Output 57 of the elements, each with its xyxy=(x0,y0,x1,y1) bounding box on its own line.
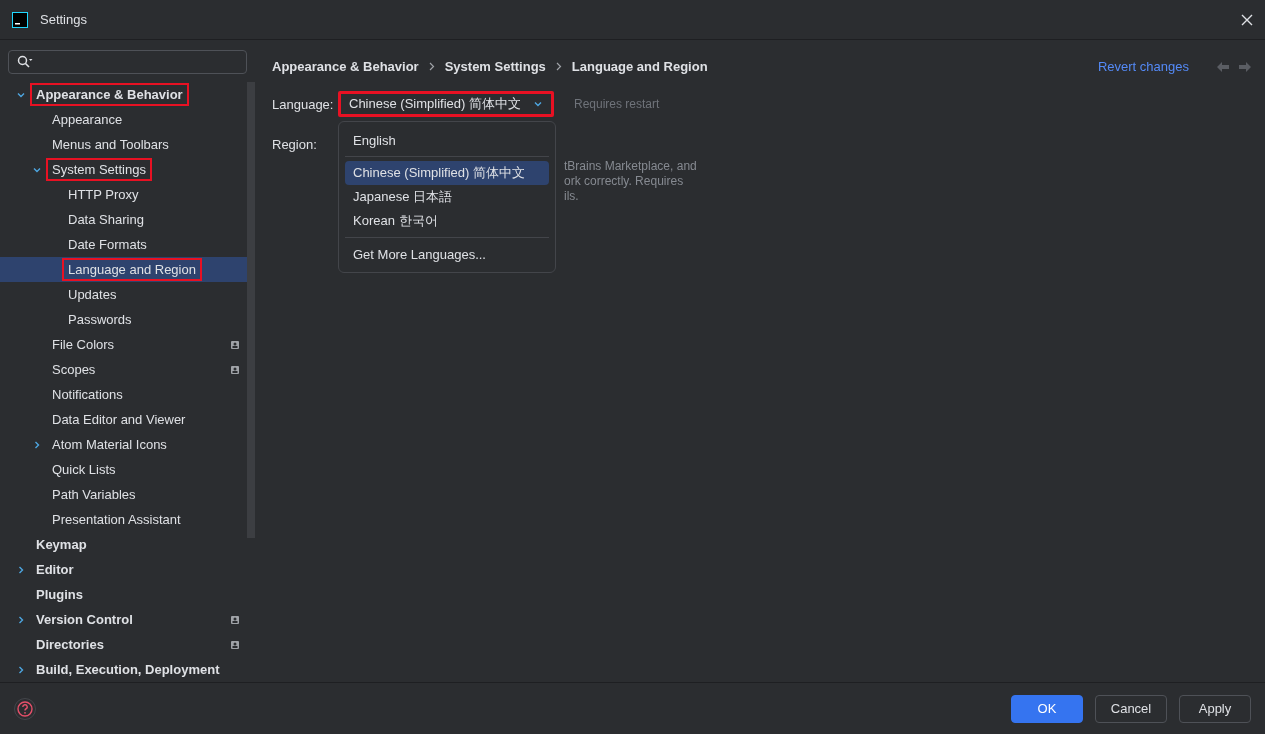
revert-link[interactable]: Revert changes xyxy=(1097,59,1189,74)
breadcrumb-item[interactable]: System Settings xyxy=(444,59,546,74)
restart-note: Requires restart xyxy=(574,97,660,111)
search-icon xyxy=(17,55,33,69)
app-logo-icon xyxy=(12,11,28,28)
hint-text: ork correctly. Requires xyxy=(564,174,685,189)
hint-text: tBrains Marketplace, and xyxy=(564,159,698,174)
search-field[interactable] xyxy=(8,50,247,74)
menu-option[interactable]: Japanese 日本語 xyxy=(345,185,549,209)
chevron-icon[interactable] xyxy=(16,664,26,675)
tree-item[interactable]: Editor xyxy=(30,558,80,581)
tree-item[interactable]: Build, Execution, Deployment xyxy=(30,658,226,681)
dialog-button[interactable]: Apply xyxy=(1179,694,1251,723)
tree-item[interactable]: Date Formats xyxy=(62,233,153,256)
tree-item[interactable]: HTTP Proxy xyxy=(62,183,145,206)
chevron-icon[interactable] xyxy=(16,564,26,575)
scrollbar[interactable] xyxy=(247,82,255,538)
tree-item[interactable]: Data Sharing xyxy=(62,208,150,231)
breadcrumb-item[interactable]: Language and Region xyxy=(571,59,708,74)
tree-item[interactable]: Atom Material Icons xyxy=(46,433,173,456)
tree-item[interactable]: Menus and Toolbars xyxy=(46,133,175,156)
tree-item[interactable]: Keymap xyxy=(30,533,93,556)
tree-item[interactable]: Presentation Assistant xyxy=(46,508,187,531)
tree-item[interactable]: Directories xyxy=(30,633,110,656)
menu-option[interactable]: Chinese (Simplified) 简体中文 xyxy=(345,161,549,185)
chevron-icon xyxy=(428,62,435,71)
region-label: Region: xyxy=(272,136,318,152)
tree-item[interactable]: Updates xyxy=(62,283,123,306)
close-icon[interactable] xyxy=(1241,13,1253,26)
menu-option[interactable]: Korean 한국어 xyxy=(345,209,549,233)
hint-text: ils. xyxy=(564,189,580,204)
dialog-button[interactable]: Cancel xyxy=(1095,694,1167,723)
language-label: Language: xyxy=(272,96,334,112)
chevron-icon xyxy=(555,62,562,71)
tree-item[interactable]: Path Variables xyxy=(46,483,142,506)
tree-item[interactable]: Scopes xyxy=(46,358,102,381)
menu-option[interactable]: Get More Languages... xyxy=(345,242,549,266)
breadcrumb-item[interactable]: Appearance & Behavior xyxy=(272,59,419,74)
tree-item[interactable]: File Colors xyxy=(46,333,121,356)
tree-item[interactable]: Quick Lists xyxy=(46,458,122,481)
window-title: Settings xyxy=(40,12,87,27)
help-icon[interactable] xyxy=(14,697,36,720)
tree-item[interactable]: Appearance xyxy=(46,108,129,131)
dialog-button[interactable]: OK xyxy=(1011,694,1083,723)
tree-item[interactable]: Notifications xyxy=(46,383,129,406)
chevron-icon[interactable] xyxy=(32,439,42,450)
tree-item[interactable]: Plugins xyxy=(30,583,89,606)
tree-item[interactable]: Version Control xyxy=(30,608,139,631)
tree-item[interactable]: Data Editor and Viewer xyxy=(46,408,192,431)
tree-item[interactable]: Language and Region xyxy=(62,258,202,281)
language-dropdown[interactable]: Chinese (Simplified) 简体中文 xyxy=(338,91,554,117)
chevron-icon xyxy=(533,99,543,109)
tree-item[interactable]: Appearance & Behavior xyxy=(30,83,189,106)
tree-item[interactable]: System Settings xyxy=(46,158,152,181)
chevron-icon[interactable] xyxy=(16,614,26,625)
menu-option[interactable]: English xyxy=(345,128,549,152)
tree-item[interactable]: Passwords xyxy=(62,308,138,331)
